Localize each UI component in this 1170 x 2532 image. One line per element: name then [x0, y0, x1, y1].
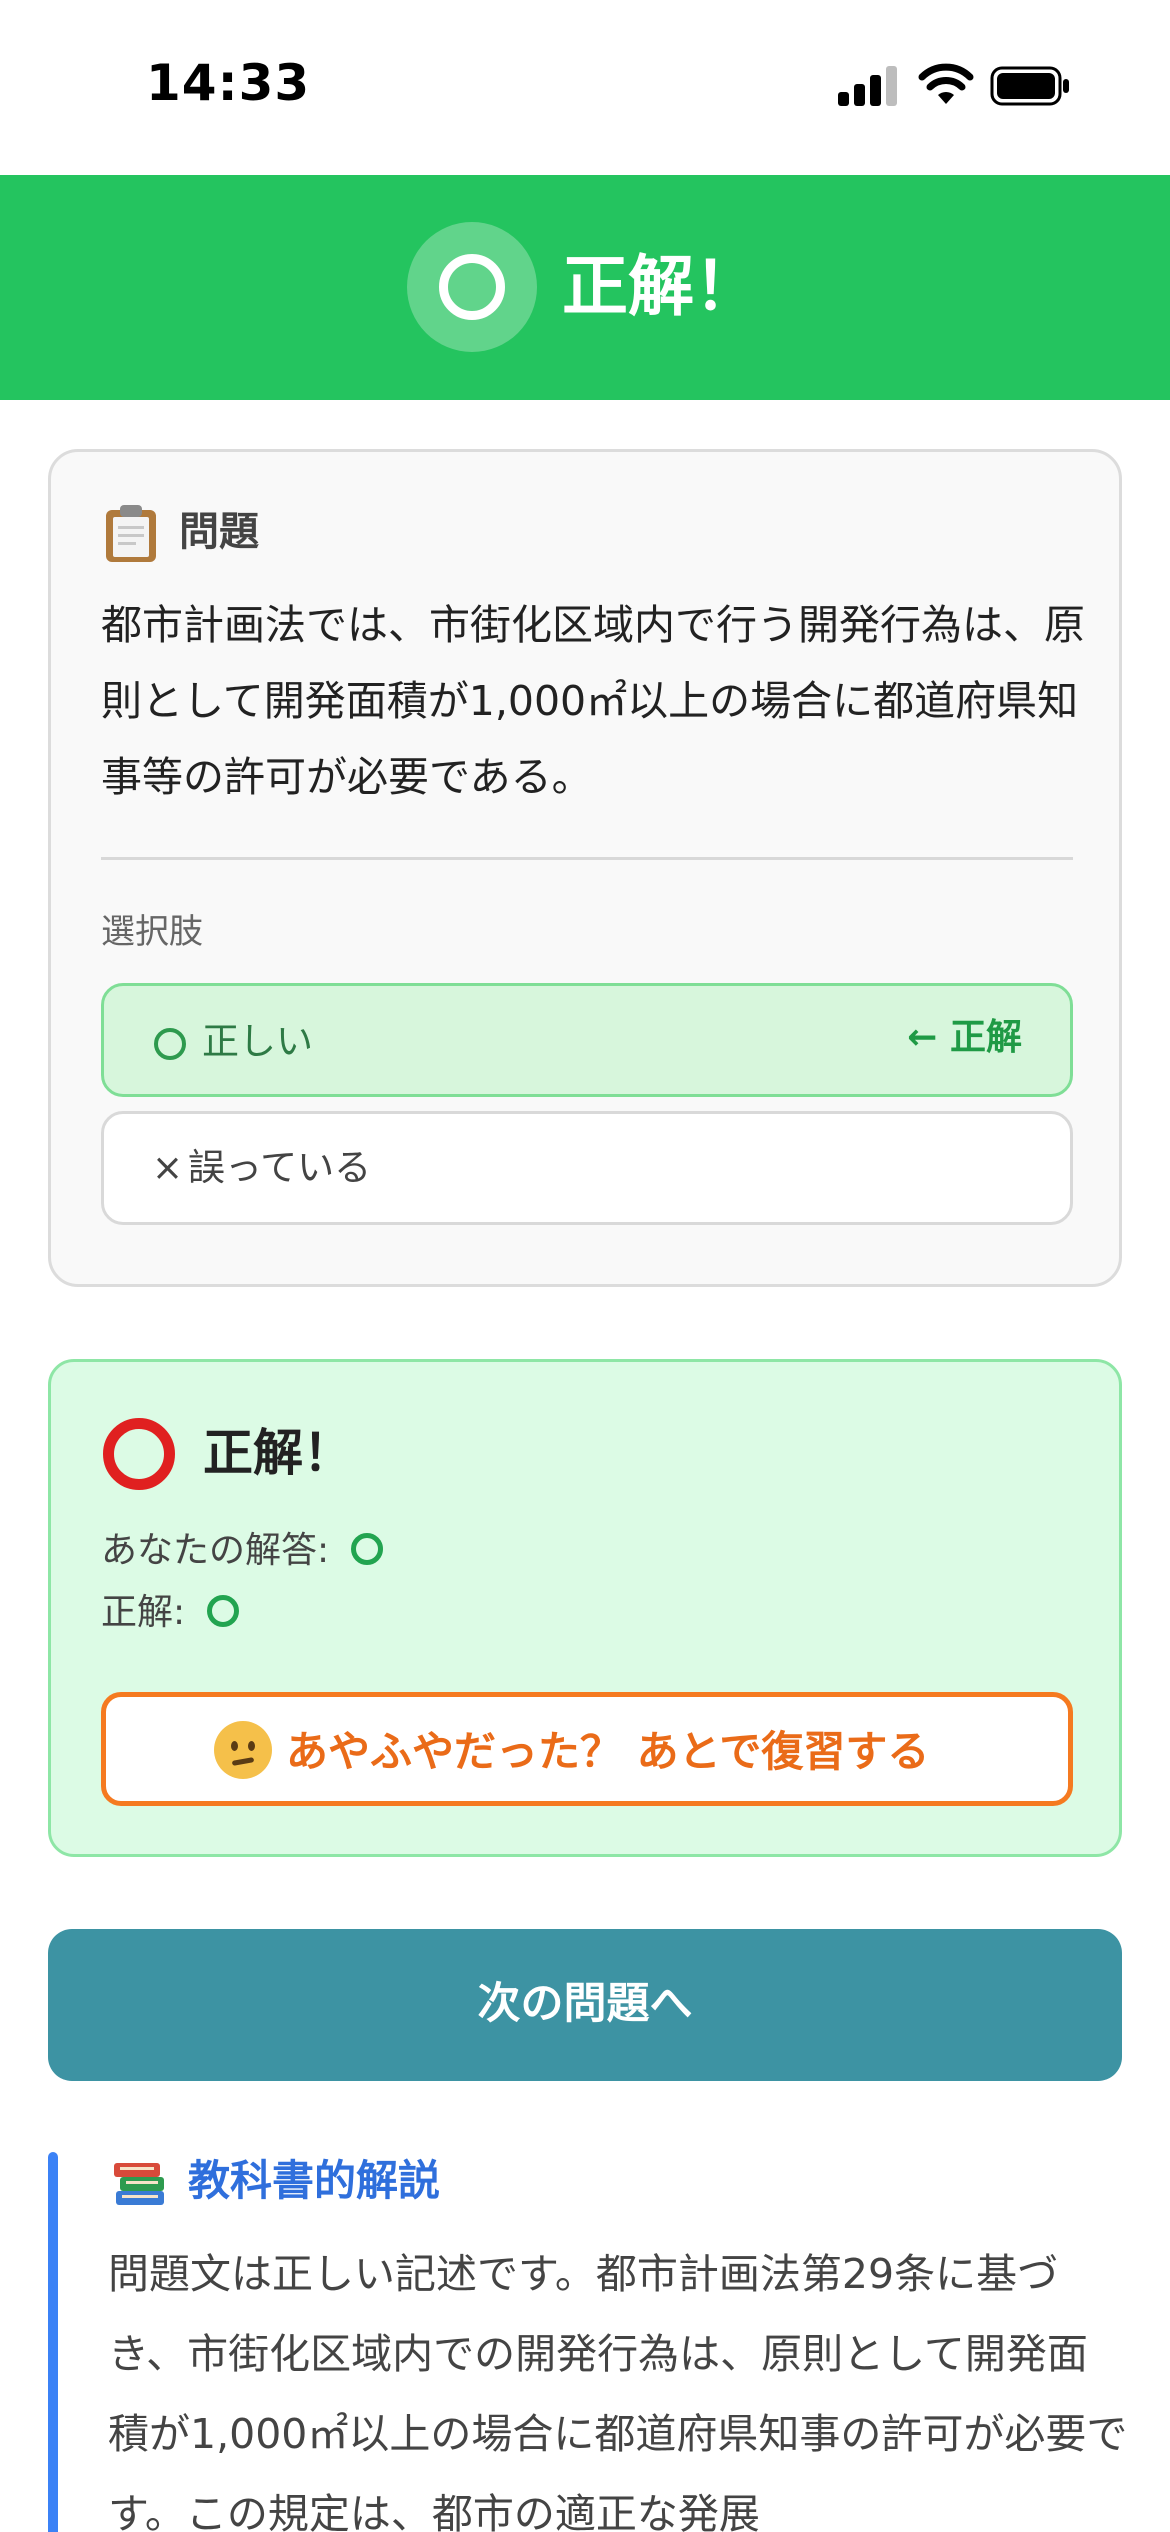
- correct-answer-marker: ← 正解: [907, 1017, 1022, 1058]
- explanation-text: 問題文は正しい記述です。都市計画法第29条に基づき、市街化区域内での開発行為は、…: [108, 2250, 1128, 2532]
- books-icon: [114, 2163, 164, 2205]
- battery-icon: [990, 66, 1069, 106]
- correct-answer-row: 正解:: [101, 1588, 240, 1638]
- circle-mark-icon: [207, 1595, 240, 1627]
- quiz-result-screen: 14:33 正解！ 問題 都市計画法では、市街化区域内で行う開発行為は、原則とし…: [0, 0, 1170, 2532]
- result-banner: 正解！: [0, 175, 1170, 400]
- status-time: 14:33: [146, 54, 311, 112]
- circle-mark-icon: [407, 222, 537, 352]
- red-circle-icon: [103, 1418, 175, 1490]
- your-answer-label: あなたの解答:: [101, 1530, 330, 1571]
- choice-correct[interactable]: 正しい ← 正解: [101, 983, 1073, 1097]
- divider: [101, 857, 1073, 860]
- result-card: 正解！ あなたの解答: 正解: あやふやだった？ あとで復習する: [48, 1359, 1122, 1857]
- status-bar: 14:33: [0, 0, 1170, 175]
- explanation-accent-bar: [48, 2152, 58, 2532]
- circle-mark-icon: [351, 1533, 384, 1565]
- clipboard-icon: [106, 505, 156, 562]
- cellular-signal-icon: [838, 62, 900, 106]
- explanation-title: 教科書的解説: [188, 2156, 441, 2205]
- circle-mark-icon: [154, 1028, 186, 1060]
- thinking-face-icon: [214, 1721, 272, 1779]
- question-label: 問題: [179, 509, 259, 555]
- next-question-label: 次の問題へ: [477, 1979, 693, 2029]
- result-title: 正解！: [203, 1424, 353, 1482]
- choice-incorrect[interactable]: × 誤っている: [101, 1111, 1073, 1225]
- next-question-button[interactable]: 次の問題へ: [48, 1929, 1122, 2081]
- cross-mark-icon: ×: [152, 1146, 184, 1189]
- banner-title: 正解！: [562, 248, 760, 325]
- choice-label: 誤っている: [188, 1146, 372, 1189]
- choices-label: 選択肢: [101, 912, 203, 952]
- choice-label: 正しい: [202, 1020, 313, 1063]
- wifi-icon: [918, 63, 974, 104]
- correct-answer-label: 正解:: [101, 1592, 186, 1633]
- review-later-label: あやふやだった？ あとで復習する: [286, 1727, 930, 1776]
- review-later-button[interactable]: あやふやだった？ あとで復習する: [101, 1692, 1073, 1806]
- question-text: 都市計画法では、市街化区域内で行う開発行為は、原則として開発面積が1,000㎡以…: [101, 601, 1085, 801]
- question-card: 問題 都市計画法では、市街化区域内で行う開発行為は、原則として開発面積が1,00…: [48, 449, 1122, 1287]
- your-answer-row: あなたの解答:: [101, 1526, 384, 1576]
